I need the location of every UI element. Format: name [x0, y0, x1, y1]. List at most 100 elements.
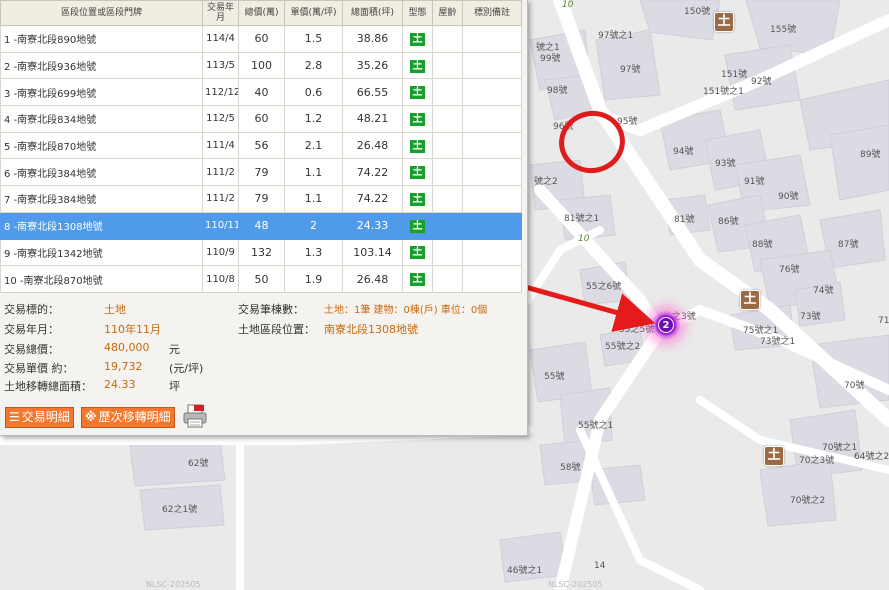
cell-type: 土	[402, 105, 433, 133]
cell-address: 6 -南寮北段384地號	[0, 158, 203, 187]
cell-unit-price: 1.1	[284, 158, 343, 187]
map-address-label: 93號	[715, 159, 736, 169]
table-row[interactable]: 9 -南寮北段1342地號 110/9 132 1.3 103.14 土	[0, 238, 522, 267]
col-note: 標別備註	[462, 0, 522, 26]
cell-age	[432, 131, 463, 160]
cluster-count: 2	[658, 317, 674, 333]
map-address-label: 58號	[560, 463, 581, 473]
col-address: 區段位置或區段門牌	[0, 0, 203, 26]
transaction-panel: 區段位置或區段門牌 交易年月 總價(萬) 單價(萬/坪) 總面積(坪) 型態 屋…	[0, 0, 528, 436]
cell-area: 26.48	[342, 265, 403, 293]
table-row[interactable]: 1 -南寮北段890地號 114/4 60 1.5 38.86 土	[0, 25, 522, 53]
map-address-label: 14	[594, 561, 606, 571]
cell-type: 土	[402, 265, 433, 293]
history-transfer-button[interactable]: ※ 歷次移轉明細	[81, 407, 175, 428]
land-type-badge: 土	[410, 219, 425, 233]
cell-note	[462, 78, 522, 107]
map-address-label: 55號之1	[578, 421, 614, 431]
cell-type: 土	[402, 78, 433, 107]
cell-age	[432, 51, 463, 80]
detail-count: 交易筆棟數： 土地：1筆 建物：0棟(戶) 車位：0個	[238, 303, 488, 316]
land-type-badge: 土	[410, 86, 425, 100]
table-row[interactable]: 2 -南寮北段936地號 113/5 100 2.8 35.26 土	[0, 51, 522, 80]
detail-target: 交易標的： 土地	[4, 303, 126, 316]
cell-trade-ym: 112/5	[202, 105, 239, 133]
transaction-table: 區段位置或區段門牌 交易年月 總價(萬) 單價(萬/坪) 總面積(坪) 型態 屋…	[0, 0, 522, 293]
map-address-label: 55之5號	[619, 325, 655, 335]
cell-address: 1 -南寮北段890地號	[0, 25, 203, 53]
map-address-label: 70號之2	[790, 496, 826, 506]
cell-age	[432, 158, 463, 187]
col-total-price: 總價(萬)	[238, 0, 285, 26]
cell-total-price: 50	[238, 265, 285, 293]
cell-area: 74.22	[342, 158, 403, 187]
map-address-label: 86號	[718, 217, 739, 227]
map-address-label: 99號	[540, 54, 561, 64]
cell-unit-price: 2	[284, 211, 343, 240]
map-address-label: 10	[562, 0, 574, 10]
land-marker-icon[interactable]: 土	[714, 12, 734, 32]
table-row[interactable]: 7 -南寮北段384地號 111/2 79 1.1 74.22 土	[0, 185, 522, 213]
cell-note	[462, 158, 522, 187]
cluster-marker[interactable]: 2	[652, 311, 680, 339]
map-address-label: 150號	[684, 7, 711, 17]
map-address-label: 62之1號	[162, 505, 198, 515]
map-address-label: 46號之1	[507, 566, 543, 576]
cell-age	[432, 185, 463, 213]
transaction-detail-button[interactable]: ☰ 交易明細	[5, 407, 74, 428]
cell-note	[462, 131, 522, 160]
cell-type: 土	[402, 51, 433, 80]
cell-area: 24.33	[342, 211, 403, 240]
cell-type: 土	[402, 238, 433, 267]
cell-unit-price: 2.8	[284, 51, 343, 80]
printer-icon[interactable]	[182, 404, 208, 428]
detail-total: 交易總價： 480,000 元	[4, 341, 180, 356]
cell-age	[432, 238, 463, 267]
map-address-label: 151號之1	[703, 87, 744, 97]
cell-unit-price: 1.3	[284, 238, 343, 267]
cell-type: 土	[402, 185, 433, 213]
detail-unit: 交易單價 約： 19,732 (元/坪)	[4, 360, 204, 375]
cell-total-price: 56	[238, 131, 285, 160]
col-unit-price: 單價(萬/坪)	[284, 0, 343, 26]
cell-type: 土	[402, 131, 433, 160]
cell-unit-price: 2.1	[284, 131, 343, 160]
cell-total-price: 60	[238, 105, 285, 133]
cell-total-price: 132	[238, 238, 285, 267]
map-address-label: 87號	[838, 240, 859, 250]
cell-address: 3 -南寮北段699地號	[0, 78, 203, 107]
cell-total-price: 40	[238, 78, 285, 107]
cell-trade-ym: 114/4	[202, 25, 239, 53]
cell-address: 2 -南寮北段936地號	[0, 51, 203, 80]
cell-unit-price: 0.6	[284, 78, 343, 107]
cell-area: 38.86	[342, 25, 403, 53]
land-marker-icon[interactable]: 土	[764, 446, 784, 466]
map-address-label: 98號	[547, 86, 568, 96]
cell-address: 5 -南寮北段870地號	[0, 131, 203, 160]
table-row[interactable]: 3 -南寮北段699地號 112/12 40 0.6 66.55 土	[0, 78, 522, 107]
cell-age	[432, 25, 463, 53]
map-address-label: NLSC-202505	[146, 580, 201, 589]
cell-address: 10 -南寮北段870地號	[0, 265, 203, 293]
land-type-badge: 土	[410, 112, 425, 126]
map-address-label: 55號之2	[605, 342, 641, 352]
cell-note	[462, 185, 522, 213]
table-row[interactable]: 4 -南寮北段834地號 112/5 60 1.2 48.21 土	[0, 105, 522, 133]
cell-area: 103.14	[342, 238, 403, 267]
table-row[interactable]: 6 -南寮北段384地號 111/2 79 1.1 74.22 土	[0, 158, 522, 187]
map-address-label: 號之2	[534, 177, 558, 187]
cell-total-price: 79	[238, 158, 285, 187]
cell-age	[432, 265, 463, 293]
table-row[interactable]: 5 -南寮北段870地號 111/4 56 2.1 26.48 土	[0, 131, 522, 160]
land-marker-icon[interactable]: 土	[740, 290, 760, 310]
table-header-row: 區段位置或區段門牌 交易年月 總價(萬) 單價(萬/坪) 總面積(坪) 型態 屋…	[0, 0, 522, 26]
land-type-badge: 土	[410, 166, 425, 180]
cell-area: 35.26	[342, 51, 403, 80]
reference-mark-icon: ※	[85, 410, 97, 424]
map-address-label: 97號	[620, 65, 641, 75]
map-address-label: 97號之1	[598, 31, 634, 41]
table-row[interactable]: 10 -南寮北段870地號 110/8 50 1.9 26.48 土	[0, 265, 522, 293]
cell-age	[432, 211, 463, 240]
detail-location: 土地區段位置： 南寮北段1308地號	[238, 323, 418, 336]
table-row[interactable]: 8 -南寮北段1308地號 110/11 48 2 24.33 土	[0, 211, 522, 240]
